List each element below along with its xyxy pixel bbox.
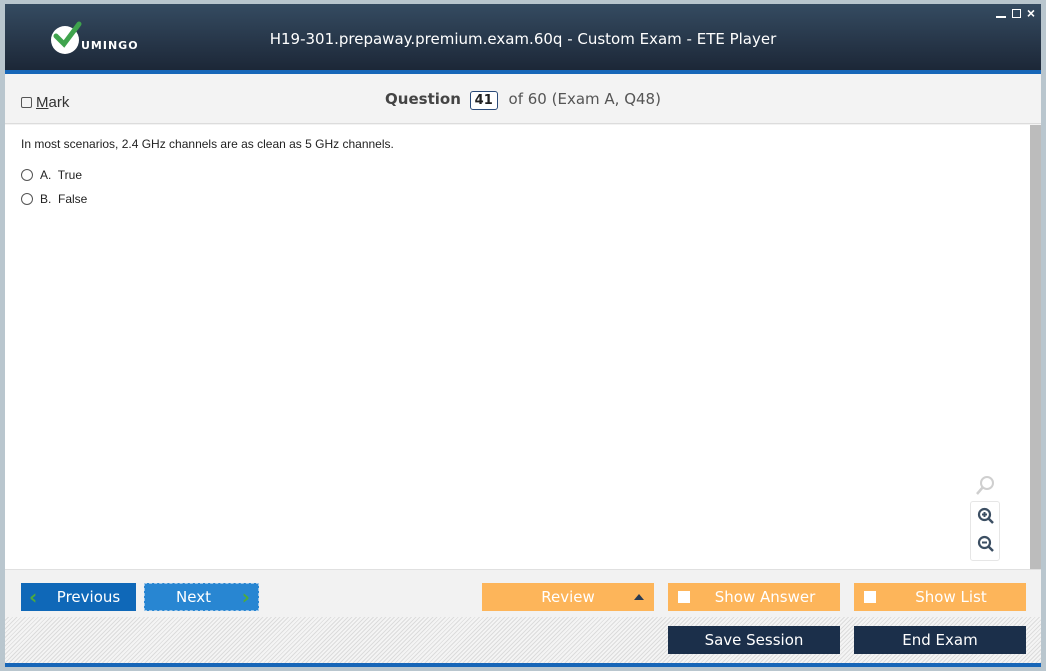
previous-button[interactable]: ‹ Previous <box>21 583 136 611</box>
navigation-bar: ‹ Previous Next › Review Show Answer Sho… <box>5 569 1041 617</box>
zoom-out-icon[interactable] <box>977 535 995 558</box>
question-number-input[interactable]: 41 <box>469 91 498 110</box>
radio-icon[interactable] <box>21 193 33 205</box>
save-session-button[interactable]: Save Session <box>668 626 840 654</box>
option-label: B. False <box>40 192 88 206</box>
option-b[interactable]: B. False <box>21 192 87 206</box>
question-content: In most scenarios, 2.4 GHz channels are … <box>5 125 1030 569</box>
search-icon[interactable] <box>974 475 996 502</box>
review-button[interactable]: Review <box>482 583 654 611</box>
question-label: Question <box>385 90 461 108</box>
show-answer-toggle[interactable]: Show Answer <box>668 583 840 611</box>
zoom-panel <box>970 501 1000 561</box>
app-window: UMINGO H19-301.prepaway.premium.exam.60q… <box>5 4 1041 667</box>
checkbox-icon[interactable] <box>678 591 690 603</box>
checkbox-icon[interactable] <box>864 591 876 603</box>
scrollbar[interactable] <box>1030 125 1041 569</box>
question-total: of 60 (Exam A, Q48) <box>508 90 661 108</box>
radio-icon[interactable] <box>21 169 33 181</box>
question-header: Mark Question 41 of 60 (Exam A, Q48) <box>5 78 1041 124</box>
footer-accent-line <box>5 663 1041 667</box>
chevron-left-icon: ‹ <box>29 585 38 609</box>
window-controls: × <box>995 6 1035 20</box>
question-counter: Question 41 of 60 (Exam A, Q48) <box>5 90 1041 110</box>
show-answer-label: Show Answer <box>714 588 816 606</box>
minimize-icon[interactable] <box>995 6 1006 20</box>
show-list-label: Show List <box>915 588 987 606</box>
footer-bar: Save Session End Exam <box>5 617 1041 663</box>
previous-label: Previous <box>56 588 121 606</box>
question-text: In most scenarios, 2.4 GHz channels are … <box>21 137 394 151</box>
zoom-in-icon[interactable] <box>977 507 995 530</box>
maximize-icon[interactable] <box>1011 6 1021 20</box>
caret-up-icon <box>634 594 644 600</box>
chevron-right-icon: › <box>241 585 250 609</box>
title-bar: UMINGO H19-301.prepaway.premium.exam.60q… <box>5 4 1041 74</box>
next-label: Next <box>176 588 211 606</box>
close-icon[interactable]: × <box>1027 6 1035 20</box>
option-a[interactable]: A. True <box>21 168 82 182</box>
next-button[interactable]: Next › <box>144 583 259 611</box>
option-label: A. True <box>40 168 83 182</box>
end-exam-button[interactable]: End Exam <box>854 626 1026 654</box>
show-list-toggle[interactable]: Show List <box>854 583 1026 611</box>
review-label: Review <box>541 588 595 606</box>
window-title: H19-301.prepaway.premium.exam.60q - Cust… <box>269 30 777 48</box>
